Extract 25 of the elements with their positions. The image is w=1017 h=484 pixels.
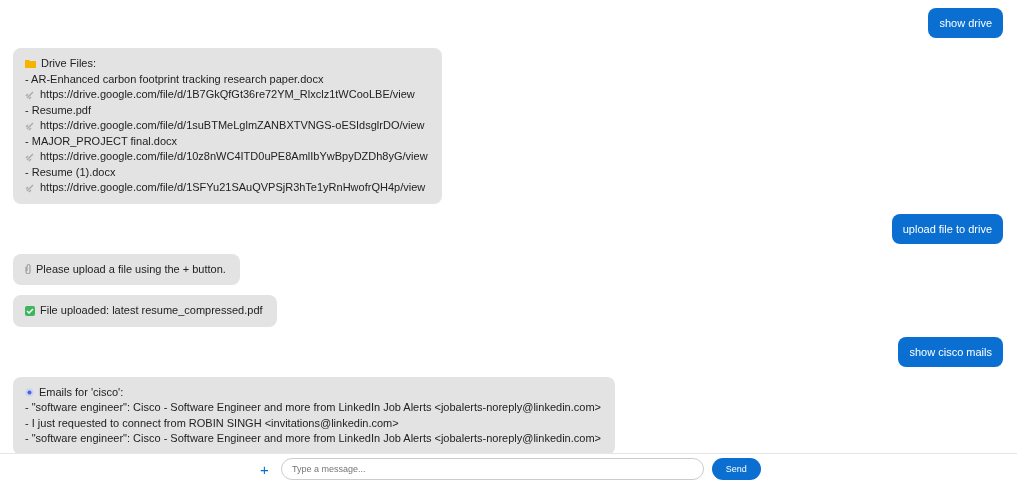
message-input[interactable]: Type a message... [280, 458, 704, 480]
message-line: File uploaded: latest resume_compressed.pdf [40, 303, 263, 318]
message-line: - Resume.pdf [25, 102, 92, 118]
message-line: https://drive.google.com/file/d/1SFYu21SAuQVPSjR3hTe1yRnHwofrQH4p/view [40, 180, 426, 195]
message-line: - MAJOR_PROJECT final.docx [25, 133, 177, 149]
user-message: upload file to drive [891, 213, 1003, 244]
message-line: - AR-Enhanced carbon footprint tracking research paper.docx [25, 71, 324, 87]
message-line: - Resume (1).docx [25, 164, 116, 180]
folder-icon [25, 59, 36, 69]
dot-icon [25, 387, 34, 397]
message-line: - "software engineer": Cisco - Software Engineer and more from LinkedIn Job Alerts <jobalerts-noreply@linkedin.com> [25, 431, 601, 446]
paperclip-icon [25, 264, 31, 275]
message-line: Please upload a file using the + button. [36, 261, 226, 277]
send-button[interactable]: Send [711, 458, 761, 480]
message-line: https://drive.google.com/file/d/1suBTMeLglmZANBXTVNGS-oESIdsglrDO/view [40, 118, 425, 133]
message-line: - "software engineer": Cisco - Software Engineer and more from LinkedIn Job Alerts <jobalerts-noreply@linkedin.com> [25, 400, 601, 415]
message-line: Emails for 'cisco': [39, 384, 124, 400]
message-line: - I just requested to connect from ROBIN SINGH <invitations@linkedin.com> [25, 415, 399, 431]
user-message: show drive [928, 8, 1003, 38]
checkmark-icon [25, 305, 35, 316]
message-line: https://drive.google.com/file/d/1B7GkQfGt36re72YM_Rlxclz1tWCooLBE/view [40, 87, 415, 102]
user-message: show cisco mails [898, 336, 1003, 367]
message-line: https://drive.google.com/file/d/10z8nWC4ITD0uPE8AmlIbYwBpyDZDh8yG/view [40, 149, 428, 164]
attach-button[interactable]: + [256, 460, 273, 478]
message-line: Drive Files: [41, 56, 96, 71]
